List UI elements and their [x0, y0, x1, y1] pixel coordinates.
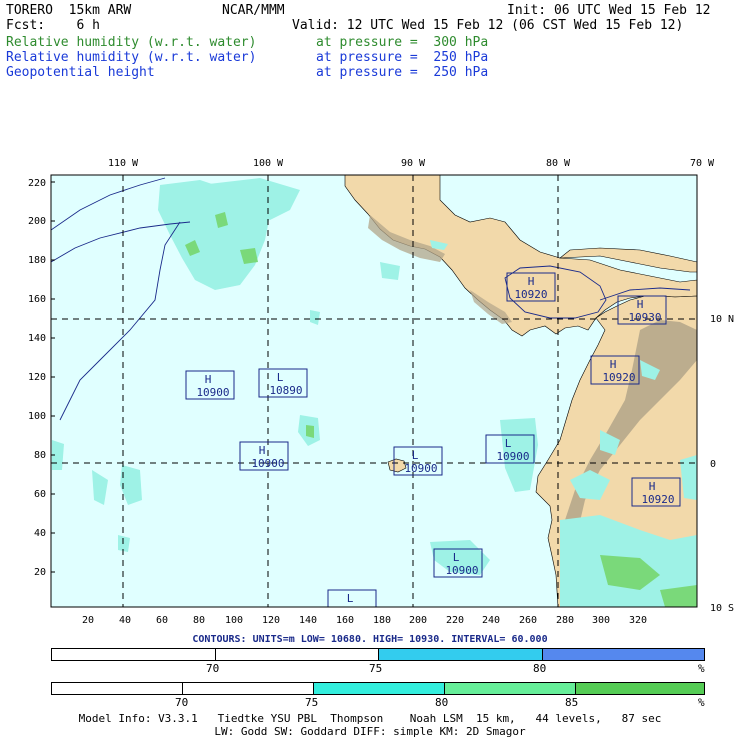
svg-text:120: 120 [28, 372, 46, 383]
svg-text:40: 40 [119, 615, 131, 626]
field-3-name: Geopotential height [6, 65, 155, 80]
field-1-level: at pressure = 300 hPa [316, 35, 489, 50]
lon-label-90w: 90 W [401, 158, 426, 169]
svg-text:10920: 10920 [602, 371, 635, 384]
svg-text:100: 100 [225, 615, 243, 626]
svg-text:240: 240 [482, 615, 500, 626]
svg-text:320: 320 [629, 615, 647, 626]
svg-text:180: 180 [373, 615, 391, 626]
svg-text:10930: 10930 [628, 311, 661, 324]
lon-label-80w: 80 W [546, 158, 571, 169]
svg-text:10900: 10900 [196, 386, 229, 399]
colorbar-1-label-70: 70 [206, 662, 220, 675]
svg-text:H: H [637, 298, 644, 311]
svg-text:220: 220 [446, 615, 464, 626]
contours-info: CONTOURS: UNITS=m LOW= 10680. HIGH= 1093… [192, 634, 548, 645]
lat-label-10s: 10 S [710, 603, 734, 614]
svg-text:80: 80 [34, 450, 46, 461]
svg-text:120: 120 [262, 615, 280, 626]
svg-text:200: 200 [409, 615, 427, 626]
field-2-level: at pressure = 250 hPa [316, 50, 489, 65]
svg-text:300: 300 [592, 615, 610, 626]
lat-label-10n: 10 N [710, 314, 734, 325]
colorbar-2-label-85: 85 [565, 696, 579, 709]
svg-text:180: 180 [28, 255, 46, 266]
svg-text:220: 220 [28, 178, 46, 189]
colorbar-2-label-80: 80 [435, 696, 449, 709]
svg-text:H: H [528, 275, 535, 288]
svg-text:20: 20 [82, 615, 94, 626]
init-time: Init: 06 UTC Wed 15 Feb 12 [507, 3, 711, 18]
colorbar-1-unit: % [698, 662, 705, 675]
lon-label-100w: 100 W [253, 158, 284, 169]
svg-text:10920: 10920 [514, 288, 547, 301]
svg-text:H: H [259, 444, 266, 457]
svg-text:H: H [649, 480, 656, 493]
svg-text:140: 140 [299, 615, 317, 626]
svg-text:160: 160 [28, 294, 46, 305]
svg-text:L: L [277, 371, 284, 384]
field-1-name: Relative humidity (w.r.t. water) [6, 35, 257, 50]
colorbar-2-label-70: 70 [175, 696, 189, 709]
field-3-level: at pressure = 250 hPa [316, 65, 489, 80]
svg-text:L: L [505, 437, 512, 450]
model-info-line2: LW: Godd SW: Goddard DIFF: simple KM: 2D… [214, 725, 526, 738]
svg-text:10900: 10900 [251, 457, 284, 470]
model-title: TORERO 15km ARW [6, 3, 132, 18]
svg-text:100: 100 [28, 411, 46, 422]
colorbar-2 [51, 682, 705, 695]
svg-text:10920: 10920 [641, 493, 674, 506]
valid-time: Valid: 12 UTC Wed 15 Feb 12 (06 CST Wed … [292, 18, 684, 33]
lon-label-110w: 110 W [108, 158, 139, 169]
svg-text:H: H [205, 373, 212, 386]
svg-text:260: 260 [519, 615, 537, 626]
colorbar-2-label-75: 75 [305, 696, 319, 709]
svg-text:L: L [412, 449, 419, 462]
weather-map: 110 W 100 W 90 W 80 W 70 W 10 N 0 10 S H… [28, 158, 734, 626]
svg-text:H: H [610, 358, 617, 371]
svg-text:10900: 10900 [445, 564, 478, 577]
svg-text:200: 200 [28, 216, 46, 227]
svg-text:80: 80 [193, 615, 205, 626]
colorbar-1-label-75: 75 [369, 662, 383, 675]
svg-text:10900: 10900 [404, 462, 437, 475]
svg-text:40: 40 [34, 528, 46, 539]
colorbar-2-unit: % [698, 696, 705, 709]
colorbar-1-label-80: 80 [533, 662, 547, 675]
svg-text:L: L [347, 592, 354, 605]
forecast-hour: Fcst: 6 h [6, 18, 100, 33]
colorbar-1 [51, 648, 705, 661]
field-2-name: Relative humidity (w.r.t. water) [6, 50, 257, 65]
svg-text:10900: 10900 [496, 450, 529, 463]
svg-text:60: 60 [156, 615, 168, 626]
svg-text:140: 140 [28, 333, 46, 344]
svg-text:20: 20 [34, 567, 46, 578]
svg-text:60: 60 [34, 489, 46, 500]
svg-text:10890: 10890 [269, 384, 302, 397]
svg-text:280: 280 [556, 615, 574, 626]
bottom-axis: 20 40 60 80 100 120 140 160 180 200 220 … [82, 615, 647, 626]
svg-text:L: L [453, 551, 460, 564]
org-label: NCAR/MMM [222, 3, 285, 18]
lon-label-70w: 70 W [690, 158, 715, 169]
left-axis: 220 200 180 160 140 120 100 80 60 40 20 [28, 178, 46, 578]
lat-label-0: 0 [710, 459, 716, 470]
model-info-line1: Model Info: V3.3.1 Tiedtke YSU PBL Thomp… [78, 712, 662, 725]
svg-text:160: 160 [336, 615, 354, 626]
